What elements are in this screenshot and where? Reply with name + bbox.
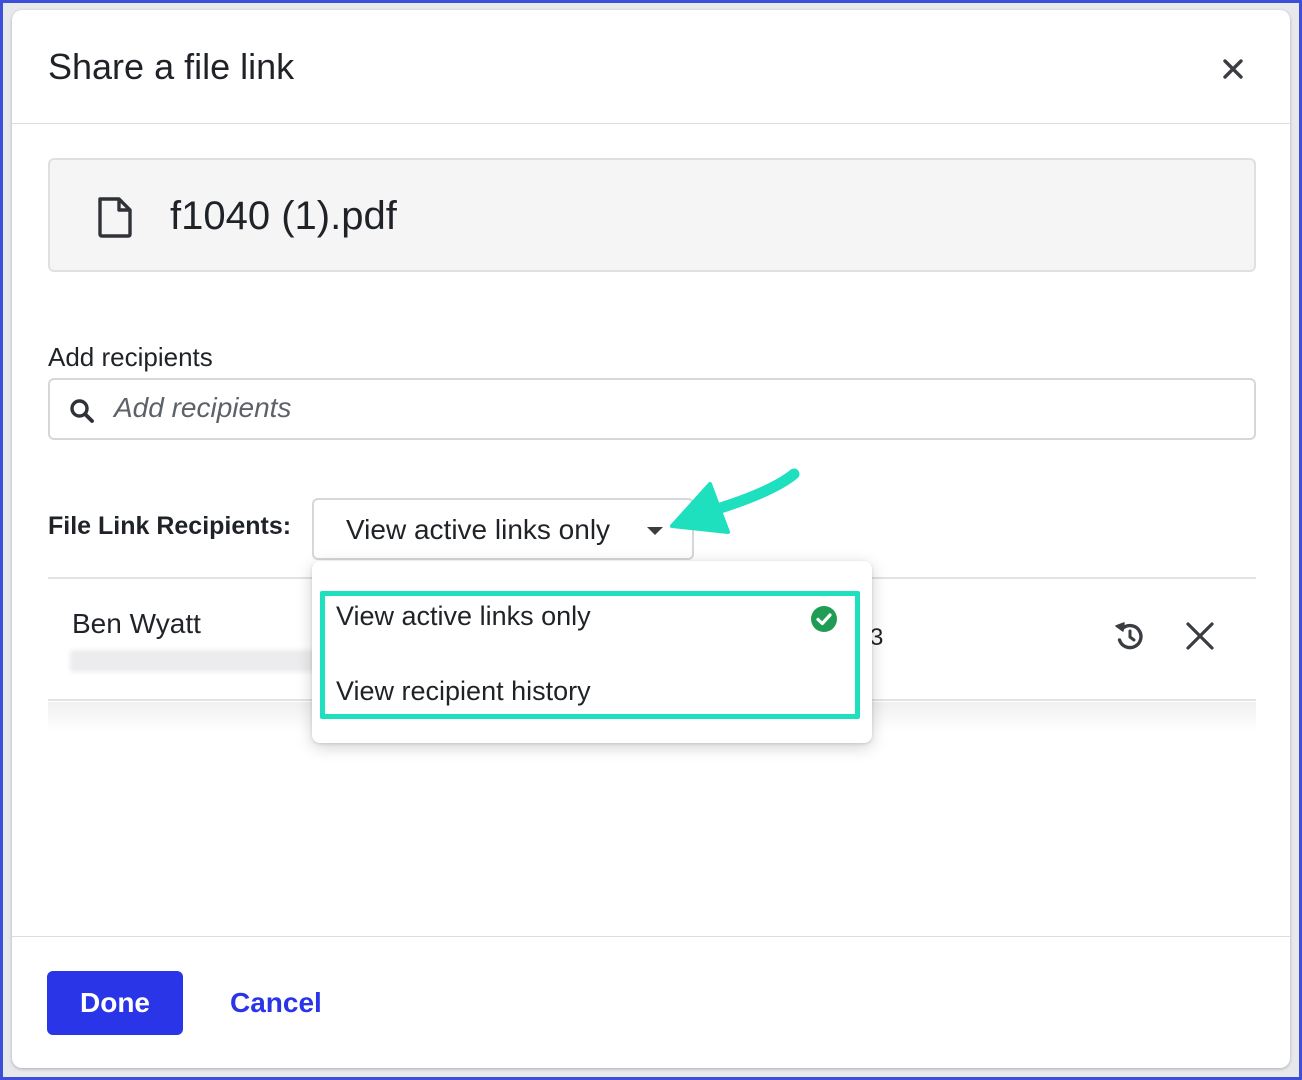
search-icon <box>70 399 94 423</box>
recipients-filter-menu: View active links only View recipient hi… <box>312 561 872 743</box>
add-recipients-input[interactable]: Add recipients <box>48 378 1256 440</box>
remove-icon <box>1186 622 1214 650</box>
file-card: f1040 (1).pdf <box>48 158 1256 272</box>
recipient-name: Ben Wyatt <box>72 608 201 639</box>
menu-option-active-links[interactable]: View active links only <box>336 601 591 632</box>
close-button[interactable] <box>1216 52 1250 86</box>
dialog-title: Share a file link <box>48 46 295 87</box>
share-file-link-dialog: Share a file link f1040 (1).pdf Add reci… <box>12 10 1290 1068</box>
dialog-header: Share a file link <box>12 10 1290 124</box>
resend-link-button[interactable] <box>1110 616 1150 656</box>
file-icon <box>98 197 132 238</box>
add-recipients-placeholder: Add recipients <box>114 392 292 423</box>
file-name: f1040 (1).pdf <box>170 194 397 238</box>
recipient-email-redacted <box>70 650 320 672</box>
file-link-recipients-label: File Link Recipients: <box>48 512 292 540</box>
remove-recipient-button[interactable] <box>1180 616 1220 656</box>
menu-option-recipient-history[interactable]: View recipient history <box>336 676 591 707</box>
recipients-filter-value: View active links only <box>346 514 611 545</box>
done-button[interactable]: Done <box>47 971 183 1035</box>
callout-arrow-icon <box>670 468 800 534</box>
add-recipients-label: Add recipients <box>48 342 213 372</box>
resend-icon <box>1115 622 1143 650</box>
check-circle-icon <box>811 606 837 632</box>
cancel-button[interactable]: Cancel <box>230 971 322 1035</box>
close-icon <box>1223 59 1243 79</box>
recipients-filter-select[interactable]: View active links only <box>312 498 694 560</box>
dialog-footer: Done Cancel <box>12 936 1290 1068</box>
recipient-row-partial-text: 3 <box>870 624 884 651</box>
